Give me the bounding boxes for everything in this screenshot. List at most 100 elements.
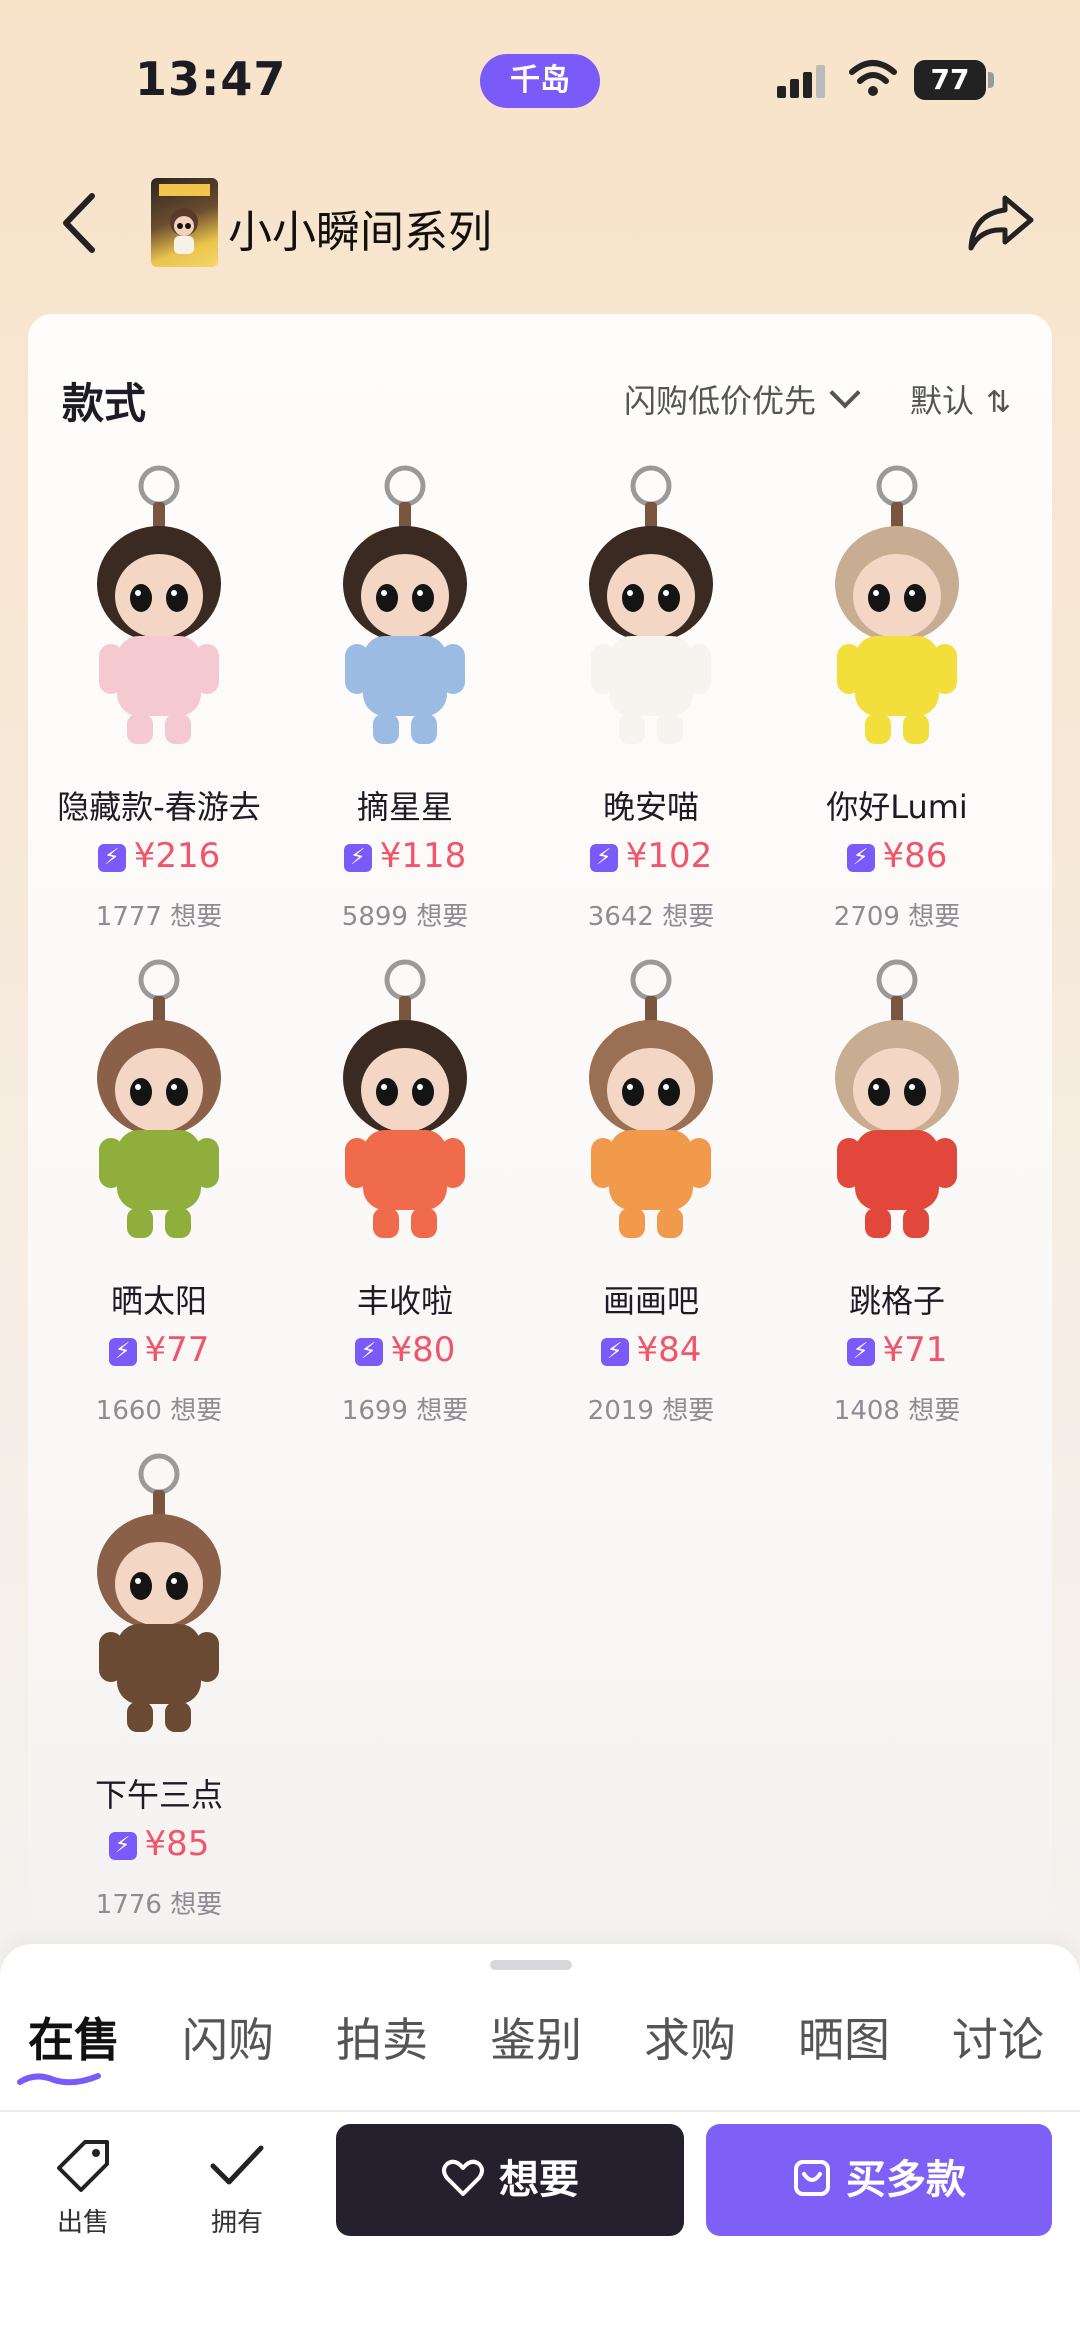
sell-button[interactable]: 出售	[38, 2130, 128, 2240]
want-label: 想要	[499, 2157, 579, 2203]
status-bar: 13:47 千岛 77	[0, 0, 1080, 160]
style-name: 晒太阳	[110, 1282, 207, 1320]
style-name: 下午三点	[94, 1776, 223, 1814]
style-item[interactable]: 下午三点 ⚡ ¥85 1776 想要	[36, 1452, 282, 1922]
tab-2[interactable]: 拍卖	[336, 2004, 428, 2070]
want-button[interactable]: 想要	[336, 2124, 684, 2236]
style-price: ¥216	[133, 836, 221, 876]
tab-5[interactable]: 晒图	[798, 2004, 890, 2070]
style-price: ¥71	[882, 1330, 948, 1370]
own-button[interactable]: 拥有	[192, 2130, 282, 2240]
flash-sale-icon: ⚡	[846, 1338, 875, 1366]
style-price: ¥118	[379, 836, 467, 876]
tab-0[interactable]: 在售	[28, 2004, 120, 2070]
tab-4[interactable]: 求购	[644, 2004, 736, 2070]
style-item[interactable]: 跳格子 ⚡ ¥71 1408 想要	[774, 958, 1020, 1428]
style-price: ¥84	[636, 1330, 702, 1370]
style-item[interactable]: 丰收啦 ⚡ ¥80 1699 想要	[282, 958, 528, 1428]
section-title: 款式	[62, 379, 147, 428]
flash-sale-icon: ⚡	[108, 1338, 137, 1366]
market-tabs: 在售 闪购 拍卖 鉴别 求购 晒图 讨论	[0, 2004, 1080, 2086]
app-indicator-pill[interactable]: 千岛	[480, 54, 600, 108]
style-name: 跳格子	[848, 1282, 945, 1320]
style-price-row: ⚡ ¥102	[528, 836, 774, 876]
figure-image	[835, 465, 959, 744]
style-item[interactable]: 隐藏款-春游去 ⚡ ¥216 1777 想要	[36, 464, 282, 934]
battery-indicator: 77	[914, 60, 986, 100]
figure-image	[97, 1453, 221, 1732]
figure-image	[589, 959, 713, 1238]
style-price-row: ⚡ ¥85	[36, 1824, 282, 1864]
sort-default-toggle[interactable]: 默认 ⇅	[910, 376, 1011, 422]
style-item[interactable]: 晚安喵 ⚡ ¥102 3642 想要	[528, 464, 774, 934]
sort-default-label: 默认	[910, 382, 975, 420]
style-price: ¥86	[882, 836, 948, 876]
back-arrow-icon[interactable]	[52, 188, 112, 258]
series-title: 小小瞬间系列	[228, 207, 492, 258]
tab-1[interactable]: 闪购	[182, 2004, 274, 2070]
figure-image	[589, 465, 713, 744]
flash-sale-icon: ⚡	[589, 844, 618, 872]
flash-sale-icon: ⚡	[846, 844, 875, 872]
buy-multiple-button[interactable]: 买多款	[706, 2124, 1052, 2236]
sort-flash-low-price-dropdown[interactable]: 闪购低价优先	[624, 376, 861, 422]
figure-image	[835, 959, 959, 1238]
figure-image	[343, 959, 467, 1238]
style-want-count: 1777 想要	[95, 902, 223, 932]
flash-sale-icon: ⚡	[108, 1832, 137, 1860]
flash-sale-icon: ⚡	[354, 1338, 383, 1366]
style-name: 你好Lumi	[826, 788, 968, 826]
style-item[interactable]: 摘星星 ⚡ ¥118 5899 想要	[282, 464, 528, 934]
status-time: 13:47	[135, 52, 287, 106]
style-name: 隐藏款-春游去	[57, 788, 261, 826]
styles-card: 款式 闪购低价优先 默认 ⇅ 隐藏款-春游去 ⚡ ¥216 1777 想要 摘星…	[28, 314, 1052, 1964]
style-price-row: ⚡ ¥77	[36, 1330, 282, 1370]
checkmark-icon	[210, 2145, 264, 2185]
style-price-row: ⚡ ¥118	[282, 836, 528, 876]
shopping-bag-icon	[794, 2160, 830, 2196]
style-price: ¥102	[625, 836, 713, 876]
active-tab-underline	[17, 2073, 101, 2086]
style-price: ¥85	[144, 1824, 210, 1864]
style-price-row: ⚡ ¥216	[36, 836, 282, 876]
sort-flash-label: 闪购低价优先	[624, 382, 817, 420]
style-price-row: ⚡ ¥80	[282, 1330, 528, 1370]
style-want-count: 3642 想要	[587, 902, 715, 932]
style-price: ¥80	[390, 1330, 456, 1370]
sell-label: 出售	[56, 2208, 109, 2238]
flash-sale-icon: ⚡	[600, 1338, 629, 1366]
tab-6[interactable]: 讨论	[952, 2004, 1044, 2070]
own-label: 拥有	[210, 2208, 263, 2238]
battery-tip	[988, 72, 994, 88]
tab-3[interactable]: 鉴别	[490, 2004, 582, 2070]
flash-sale-icon: ⚡	[97, 844, 126, 872]
style-name: 画画吧	[602, 1282, 699, 1320]
style-name: 摘星星	[356, 788, 453, 826]
style-item[interactable]: 晒太阳 ⚡ ¥77 1660 想要	[36, 958, 282, 1428]
style-price: ¥77	[144, 1330, 210, 1370]
style-price-row: ⚡ ¥84	[528, 1330, 774, 1370]
heart-icon	[442, 2159, 484, 2196]
buy-multiple-label: 买多款	[846, 2157, 966, 2203]
chevron-down-icon	[829, 377, 861, 409]
style-want-count: 2019 想要	[587, 1396, 715, 1426]
style-item[interactable]: 画画吧 ⚡ ¥84 2019 想要	[528, 958, 774, 1428]
style-item[interactable]: 你好Lumi ⚡ ¥86 2709 想要	[774, 464, 1020, 934]
style-price-row: ⚡ ¥86	[774, 836, 1020, 876]
style-price-row: ⚡ ¥71	[774, 1330, 1020, 1370]
wifi-icon	[849, 60, 897, 96]
price-tag-icon	[57, 2140, 109, 2192]
style-want-count: 1660 想要	[95, 1396, 223, 1426]
style-name: 晚安喵	[602, 788, 699, 826]
style-want-count: 1408 想要	[833, 1396, 961, 1426]
figure-image	[343, 465, 467, 744]
flash-sale-icon: ⚡	[343, 844, 372, 872]
cellular-signal-icon	[777, 65, 825, 98]
style-want-count: 1776 想要	[95, 1890, 223, 1920]
share-icon[interactable]	[965, 190, 1037, 256]
figure-image	[97, 959, 221, 1238]
sort-order-icon: ⇅	[986, 385, 1012, 420]
figure-image	[97, 465, 221, 744]
sheet-grabber[interactable]	[490, 1960, 572, 1970]
series-cover-image	[151, 178, 218, 267]
